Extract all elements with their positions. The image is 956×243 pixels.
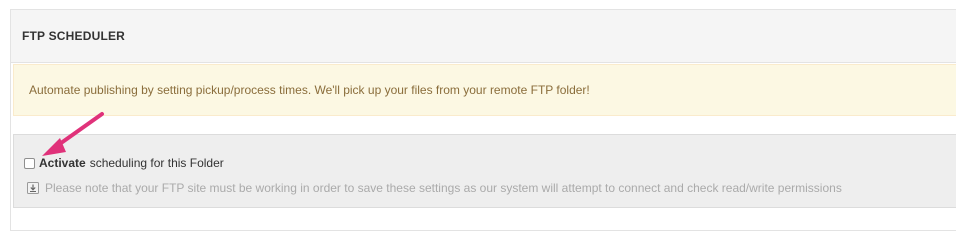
info-alert: Automate publishing by setting pickup/pr… [13, 64, 956, 116]
permissions-note: Please note that your FTP site must be w… [27, 181, 842, 195]
alert-message: Automate publishing by setting pickup/pr… [29, 83, 590, 97]
pointer-arrow-annotation [42, 112, 104, 156]
panel-header: FTP SCHEDULER [11, 10, 956, 63]
panel-title: FTP SCHEDULER [22, 29, 126, 43]
activate-label-rest: scheduling for this Folder [89, 156, 224, 170]
activate-checkbox[interactable] [24, 157, 35, 169]
activate-label-strong: Activate [39, 156, 86, 170]
permissions-note-text: Please note that your FTP site must be w… [45, 181, 842, 195]
download-icon [27, 182, 39, 194]
scheduling-settings: Activate scheduling for this Folder Plea… [13, 134, 956, 208]
